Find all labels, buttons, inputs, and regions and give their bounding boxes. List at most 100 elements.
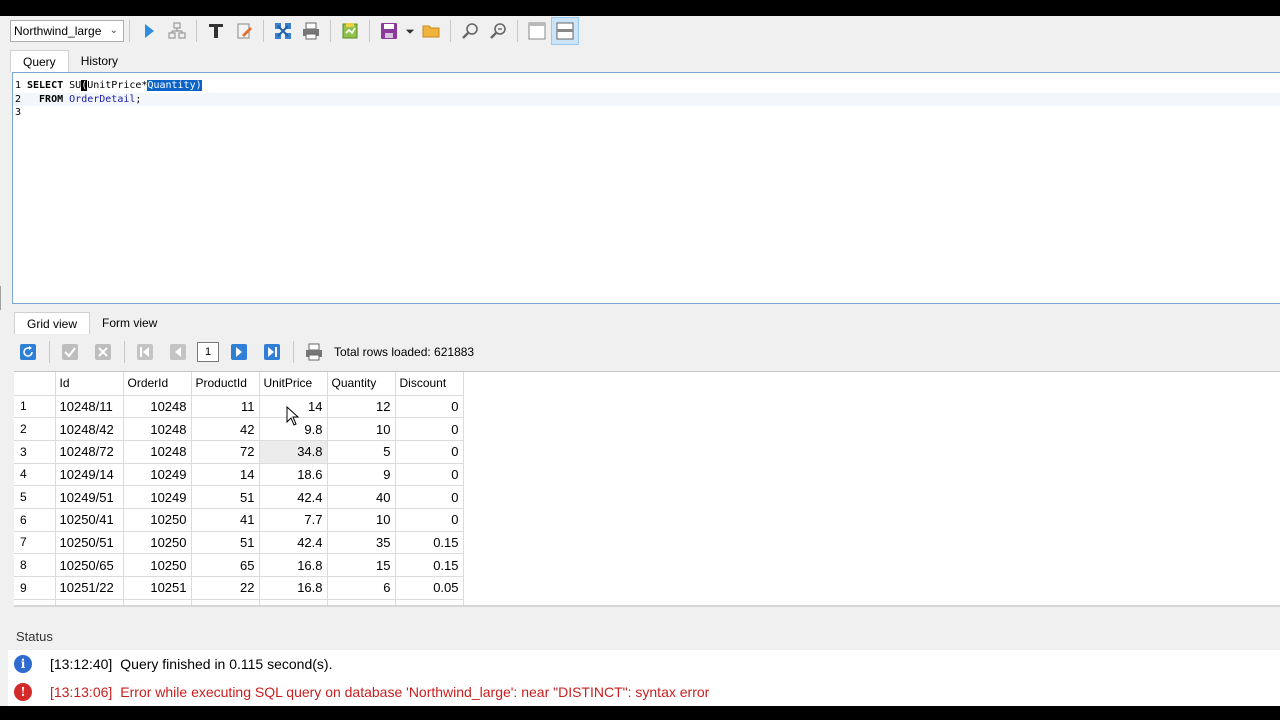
explain-button[interactable] xyxy=(163,17,191,45)
table-cell[interactable]: 10 xyxy=(327,417,396,441)
table-cell[interactable]: 16.8 xyxy=(259,576,328,600)
table-cell[interactable]: 42.4 xyxy=(259,485,328,509)
table-cell[interactable]: 0 xyxy=(395,485,464,509)
table-row[interactable]: 7 10250/51 10250 51 42.4 35 0.15 xyxy=(14,531,464,555)
table-row[interactable]: 3 10248/72 10248 72 34.8 5 0 xyxy=(14,440,464,464)
column-header[interactable]: OrderId xyxy=(123,372,192,396)
table-cell[interactable]: 10250/41 xyxy=(55,508,124,532)
table-cell[interactable]: 10249/51 xyxy=(55,485,124,509)
format-text-button[interactable] xyxy=(202,17,230,45)
table-cell[interactable]: 22 xyxy=(191,576,260,600)
table-cell[interactable]: 41 xyxy=(191,508,260,532)
table-cell[interactable]: 6 xyxy=(327,576,396,600)
table-cell[interactable]: 10248 xyxy=(123,395,192,419)
single-panel-button[interactable] xyxy=(523,17,551,45)
prev-page-button[interactable] xyxy=(164,338,192,366)
table-cell[interactable]: 5 xyxy=(327,440,396,464)
next-page-button[interactable] xyxy=(225,338,253,366)
find-button[interactable] xyxy=(456,17,484,45)
column-header[interactable]: ProductId xyxy=(191,372,260,396)
table-cell[interactable]: 72 xyxy=(191,440,260,464)
tab-form-view[interactable]: Form view xyxy=(90,312,169,334)
table-cell[interactable]: 34.8 xyxy=(259,440,328,464)
table-cell[interactable]: 10248/72 xyxy=(55,440,124,464)
table-cell[interactable]: 15 xyxy=(327,553,396,577)
table-cell[interactable]: 0.05 xyxy=(395,576,464,600)
table-cell[interactable]: 9 xyxy=(327,463,396,487)
table-cell[interactable]: 10251/22 xyxy=(55,576,124,600)
column-header[interactable]: Discount xyxy=(395,372,464,396)
table-cell[interactable]: 51 xyxy=(191,485,260,509)
results-grid[interactable]: Id OrderId ProductId UnitPrice Quantity … xyxy=(14,371,1280,607)
table-row[interactable]: 6 10250/41 10250 41 7.7 10 0 xyxy=(14,508,464,532)
clear-button[interactable] xyxy=(269,17,297,45)
status-message-error[interactable]: ! [13:13:06] Error while executing SQL q… xyxy=(8,678,1280,706)
save-dropdown-button[interactable] xyxy=(403,17,417,45)
table-cell[interactable]: 10250/65 xyxy=(55,553,124,577)
first-page-button[interactable] xyxy=(131,338,159,366)
table-cell[interactable]: 0 xyxy=(395,508,464,532)
table-cell[interactable]: 51 xyxy=(191,531,260,555)
table-cell[interactable]: 10249 xyxy=(123,485,192,509)
table-cell[interactable]: 10250 xyxy=(123,531,192,555)
table-cell[interactable]: 42 xyxy=(191,417,260,441)
tab-history[interactable]: History xyxy=(69,50,130,72)
database-select[interactable]: Northwind_large ⌄ xyxy=(10,20,124,42)
table-cell[interactable]: 10248/11 xyxy=(55,395,124,419)
table-row[interactable]: 4 10249/14 10249 14 18.6 9 0 xyxy=(14,463,464,487)
table-cell[interactable]: 10250/51 xyxy=(55,531,124,555)
table-cell[interactable]: 10248 xyxy=(123,417,192,441)
table-cell[interactable]: 0 xyxy=(395,395,464,419)
column-header[interactable]: UnitPrice xyxy=(259,372,328,396)
status-message-info[interactable]: i [13:12:40] Query finished in 0.115 sec… xyxy=(8,650,1280,678)
table-cell[interactable]: 10251 xyxy=(123,576,192,600)
last-page-button[interactable] xyxy=(258,338,286,366)
table-cell[interactable]: 10250 xyxy=(123,508,192,532)
horizontal-scrollbar[interactable] xyxy=(14,605,1280,607)
save-button[interactable] xyxy=(375,17,403,45)
print-button[interactable] xyxy=(297,17,325,45)
table-cell[interactable]: 10 xyxy=(327,508,396,532)
table-row[interactable]: 1 10248/11 10248 11 14 12 0 xyxy=(14,395,464,419)
table-cell[interactable]: 40 xyxy=(327,485,396,509)
column-header[interactable]: Quantity xyxy=(327,372,396,396)
sql-editor[interactable]: 1 SELECT SU(UnitPrice*Quantity) 2 FROM Or… xyxy=(12,72,1280,304)
table-cell[interactable]: 10248/42 xyxy=(55,417,124,441)
table-cell[interactable]: 42.4 xyxy=(259,531,328,555)
rollback-button[interactable] xyxy=(89,338,117,366)
table-row[interactable]: 9 10251/22 10251 22 16.8 6 0.05 xyxy=(14,576,464,600)
table-cell[interactable]: 65 xyxy=(191,553,260,577)
table-cell[interactable]: 0 xyxy=(395,440,464,464)
split-panel-button[interactable] xyxy=(551,17,579,45)
tab-query[interactable]: Query xyxy=(10,50,69,72)
table-cell[interactable]: 11 xyxy=(191,395,260,419)
table-cell[interactable]: 18.6 xyxy=(259,463,328,487)
table-cell[interactable]: 10249 xyxy=(123,463,192,487)
find-replace-button[interactable] xyxy=(484,17,512,45)
table-cell[interactable]: 35 xyxy=(327,531,396,555)
table-cell[interactable]: 0.15 xyxy=(395,553,464,577)
tab-grid-view[interactable]: Grid view xyxy=(14,312,91,334)
table-cell[interactable]: 0.15 xyxy=(395,531,464,555)
table-cell[interactable]: 12 xyxy=(327,395,396,419)
table-row[interactable]: 5 10249/51 10249 51 42.4 40 0 xyxy=(14,485,464,509)
open-button[interactable] xyxy=(417,17,445,45)
print-grid-button[interactable] xyxy=(300,338,328,366)
panel-splitter[interactable] xyxy=(0,286,4,310)
table-cell[interactable]: 10250 xyxy=(123,553,192,577)
export-button[interactable] xyxy=(336,17,364,45)
table-cell[interactable]: 10248 xyxy=(123,440,192,464)
column-header[interactable]: Id xyxy=(55,372,124,396)
commit-button[interactable] xyxy=(56,338,84,366)
table-cell[interactable]: 7.7 xyxy=(259,508,328,532)
table-cell[interactable]: 16.8 xyxy=(259,553,328,577)
table-cell[interactable]: 14 xyxy=(191,463,260,487)
page-number-field[interactable]: 1 xyxy=(197,342,219,362)
edit-button[interactable] xyxy=(230,17,258,45)
table-cell[interactable]: 10249/14 xyxy=(55,463,124,487)
refresh-button[interactable] xyxy=(14,338,42,366)
execute-button[interactable] xyxy=(135,17,163,45)
table-row[interactable]: 8 10250/65 10250 65 16.8 15 0.15 xyxy=(14,553,464,577)
table-cell[interactable]: 0 xyxy=(395,463,464,487)
table-cell[interactable]: 0 xyxy=(395,417,464,441)
